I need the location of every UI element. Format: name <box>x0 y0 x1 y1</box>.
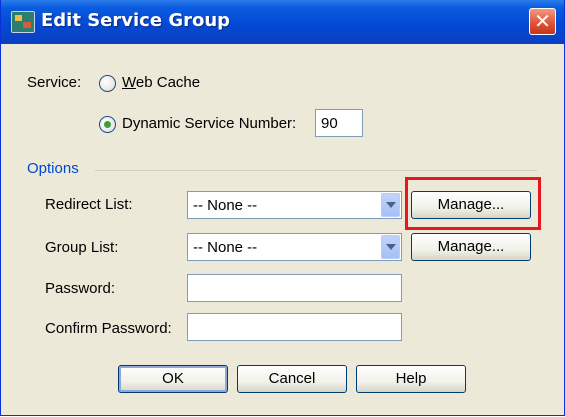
options-group-label: Options <box>27 160 79 177</box>
redirect-list-label: Redirect List: <box>45 196 133 213</box>
confirm-password-label: Confirm Password: <box>45 320 172 337</box>
confirm-password-input[interactable] <box>187 313 402 341</box>
dynamic-service-label[interactable]: Dynamic Service Number: <box>122 115 296 132</box>
group-list-label: Group List: <box>45 239 119 256</box>
options-divider <box>95 170 537 171</box>
close-icon: ✕ <box>534 9 551 33</box>
dynamic-service-radio[interactable] <box>99 116 116 133</box>
chevron-down-icon[interactable] <box>381 235 400 259</box>
dialog-title: Edit Service Group <box>41 10 231 31</box>
help-button[interactable]: Help <box>356 365 466 393</box>
web-cache-radio[interactable] <box>99 75 116 92</box>
group-list-select[interactable]: -- None -- <box>187 233 402 261</box>
cancel-button[interactable]: Cancel <box>237 365 347 393</box>
redirect-list-value: -- None -- <box>193 197 258 214</box>
manage-button-highlight <box>405 177 541 230</box>
password-label: Password: <box>45 280 116 297</box>
ok-button[interactable]: OK <box>118 365 228 393</box>
group-list-value: -- None -- <box>193 239 258 256</box>
edit-service-group-dialog: Edit Service Group ✕ Service: Web Cache … <box>0 0 565 416</box>
redirect-list-select[interactable]: -- None -- <box>187 191 402 219</box>
title-bar[interactable]: Edit Service Group ✕ <box>1 0 564 44</box>
chevron-down-icon[interactable] <box>381 193 400 217</box>
group-list-manage-button[interactable]: Manage... <box>411 233 531 261</box>
radio-selected-dot <box>104 121 111 128</box>
dynamic-service-number-input[interactable] <box>315 109 363 137</box>
close-button[interactable]: ✕ <box>529 8 556 35</box>
service-label: Service: <box>27 74 82 91</box>
app-window-icon <box>11 11 35 33</box>
web-cache-label[interactable]: Web Cache <box>122 74 200 91</box>
password-input[interactable] <box>187 274 402 302</box>
